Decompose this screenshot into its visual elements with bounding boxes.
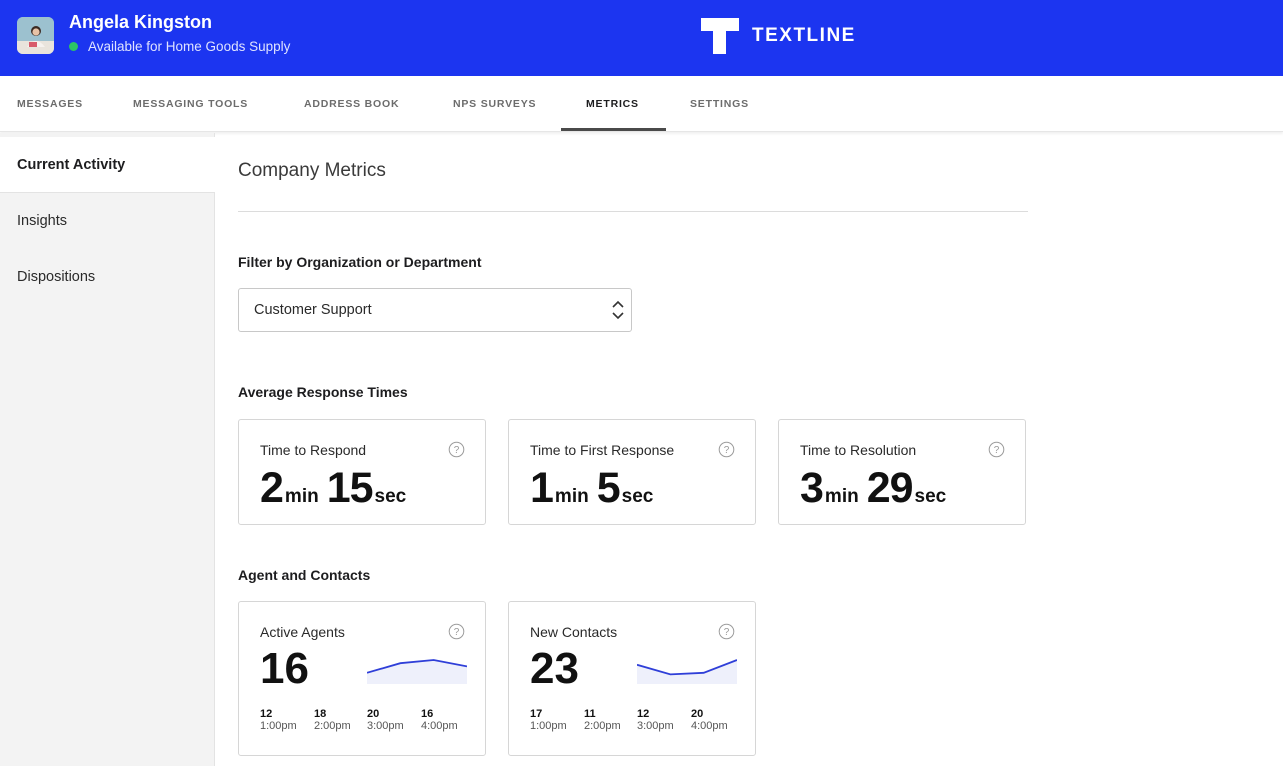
app-header: Angela Kingston Available for Home Goods…: [0, 0, 1283, 76]
minutes-value: 3: [800, 464, 824, 512]
help-icon[interactable]: ?: [718, 441, 735, 458]
brand-name: TEXTLINE: [752, 25, 856, 46]
title-divider: [238, 211, 1028, 212]
status-dot-icon: [69, 42, 78, 51]
hourly-count: 18: [314, 708, 327, 720]
svg-text:?: ?: [724, 627, 730, 638]
metric-label: Time to Resolution: [800, 442, 917, 458]
svg-text:?: ?: [454, 445, 460, 456]
sparkline-chart: [367, 659, 467, 684]
metric-value: 3 min 29 sec: [800, 464, 954, 513]
metric-value: 1 min 5 sec: [530, 464, 661, 513]
main-nav: MESSAGES MESSAGING TOOLS ADDRESS BOOK NP…: [0, 76, 1283, 132]
metric-label: Time to Respond: [260, 442, 367, 458]
hourly-stat: 11 2:00pm: [584, 708, 630, 732]
seconds-unit: sec: [374, 486, 407, 507]
metric-card-time-to-first-response: Time to First Response ? 1 min 5 sec: [508, 419, 756, 525]
avatar[interactable]: [17, 17, 54, 54]
help-icon[interactable]: ?: [448, 441, 465, 458]
hourly-stat: 18 2:00pm: [314, 708, 360, 732]
hourly-time: 2:00pm: [584, 720, 621, 732]
metric-label: Time to First Response: [530, 442, 675, 458]
help-icon[interactable]: ?: [448, 623, 465, 640]
hourly-time: 1:00pm: [530, 720, 567, 732]
hourly-time: 3:00pm: [367, 720, 404, 732]
hourly-time: 1:00pm: [260, 720, 297, 732]
response-section-label: Average Response Times: [238, 384, 408, 400]
tab-address-book[interactable]: ADDRESS BOOK: [304, 98, 399, 110]
seconds-value: 5: [596, 464, 621, 512]
tab-settings[interactable]: SETTINGS: [690, 98, 749, 110]
svg-text:?: ?: [724, 445, 730, 456]
minutes-value: 1: [530, 464, 554, 512]
active-tab-indicator: [561, 128, 666, 131]
department-select[interactable]: Customer Support: [238, 288, 632, 332]
minutes-unit: min: [284, 486, 319, 507]
tab-metrics[interactable]: METRICS: [586, 98, 639, 110]
hourly-stat: 12 3:00pm: [637, 708, 683, 732]
metric-label: New Contacts: [530, 624, 618, 640]
hourly-count: 12: [260, 708, 273, 720]
sparkline-chart: [637, 659, 737, 684]
hourly-time: 4:00pm: [421, 720, 458, 732]
hourly-time: 4:00pm: [691, 720, 728, 732]
status-line[interactable]: Available for Home Goods Supply: [69, 39, 290, 54]
agents-section-label: Agent and Contacts: [238, 567, 371, 583]
svg-text:?: ?: [454, 627, 460, 638]
hourly-stat: 16 4:00pm: [421, 708, 467, 732]
svg-text:?: ?: [994, 445, 1000, 456]
metric-card-active-agents: Active Agents ? 16 12 1:00pm 18 2:00pm 2…: [238, 601, 486, 756]
hourly-time: 2:00pm: [314, 720, 351, 732]
metric-card-new-contacts: New Contacts ? 23 17 1:00pm 11 2:00pm 12…: [508, 601, 756, 756]
brand-logo: TEXTLINE: [700, 16, 856, 56]
seconds-unit: sec: [914, 486, 947, 507]
metric-label: Active Agents: [260, 624, 345, 640]
hourly-count: 16: [421, 708, 434, 720]
select-chevrons-icon: [612, 300, 624, 320]
seconds-value: 15: [326, 464, 374, 512]
metric-card-time-to-respond: Time to Respond ? 2 min 15 sec: [238, 419, 486, 525]
sidebar-item-dispositions[interactable]: Dispositions: [0, 249, 215, 305]
sidebar-item-insights[interactable]: Insights: [0, 193, 215, 249]
hourly-count: 20: [691, 708, 704, 720]
department-select-value: Customer Support: [254, 302, 372, 318]
sidebar: Current Activity Insights Dispositions: [0, 133, 215, 766]
sparkline-area: [637, 660, 737, 684]
hourly-stat: 12 1:00pm: [260, 708, 306, 732]
hourly-time: 3:00pm: [637, 720, 674, 732]
tab-messaging-tools[interactable]: MESSAGING TOOLS: [133, 98, 248, 110]
metric-value: 16: [260, 644, 309, 693]
hourly-count: 20: [367, 708, 380, 720]
minutes-value: 2: [260, 464, 284, 512]
metric-value: 23: [530, 644, 579, 693]
seconds-value: 29: [866, 464, 914, 512]
metric-card-time-to-resolution: Time to Resolution ? 3 min 29 sec: [778, 419, 1026, 525]
seconds-unit: sec: [621, 486, 654, 507]
user-name[interactable]: Angela Kingston: [69, 12, 212, 33]
tab-nps-surveys[interactable]: NPS SURVEYS: [453, 98, 536, 110]
hourly-count: 12: [637, 708, 650, 720]
hourly-count: 17: [530, 708, 543, 720]
hourly-stat: 20 4:00pm: [691, 708, 737, 732]
hourly-stat: 17 1:00pm: [530, 708, 576, 732]
help-icon[interactable]: ?: [718, 623, 735, 640]
hourly-count: 11: [584, 708, 596, 720]
sidebar-item-current-activity[interactable]: Current Activity: [0, 137, 215, 193]
minutes-unit: min: [554, 486, 589, 507]
filter-label: Filter by Organization or Department: [238, 254, 482, 270]
textline-logo-icon: [701, 18, 739, 54]
hourly-stat: 20 3:00pm: [367, 708, 413, 732]
status-text: Available for Home Goods Supply: [88, 39, 291, 54]
minutes-unit: min: [824, 486, 859, 507]
help-icon[interactable]: ?: [988, 441, 1005, 458]
metric-value: 2 min 15 sec: [260, 464, 414, 513]
tab-messages[interactable]: MESSAGES: [17, 98, 83, 110]
page-title: Company Metrics: [238, 160, 386, 181]
